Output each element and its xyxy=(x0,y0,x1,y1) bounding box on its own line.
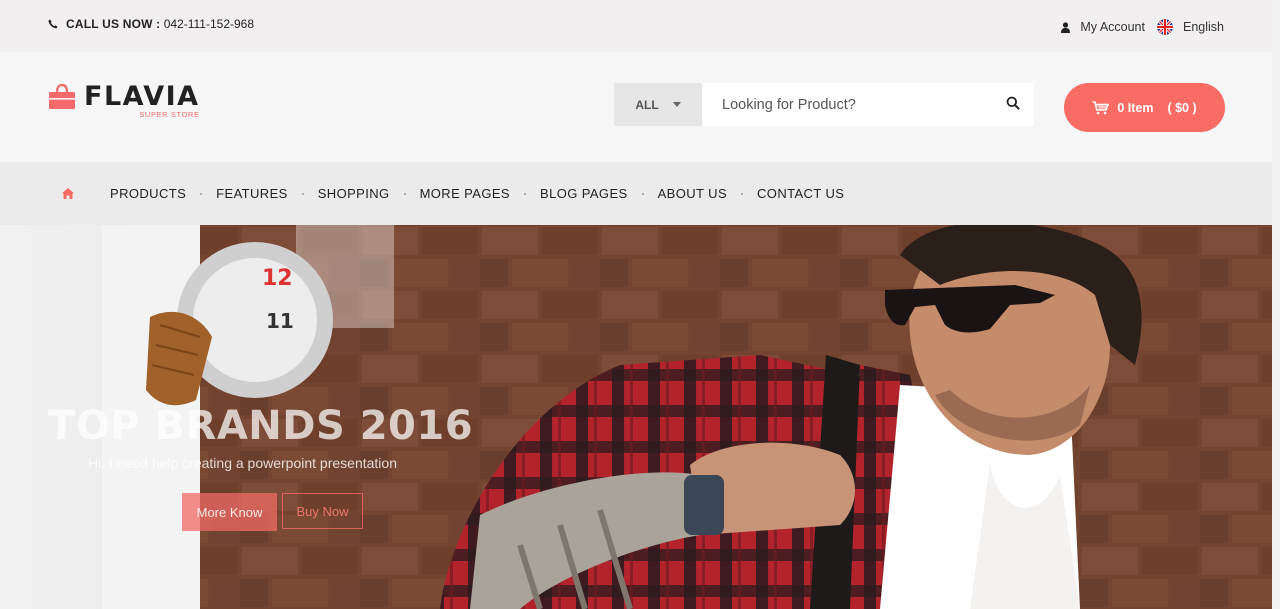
category-dropdown[interactable]: ALL xyxy=(614,83,702,126)
nav-item-products[interactable]: PRODUCTS xyxy=(96,186,200,201)
search-bar: ALL Looking for Product? xyxy=(614,83,1034,126)
nav-item-blog-pages[interactable]: BLOG PAGES xyxy=(526,186,642,201)
page-scrollbar[interactable] xyxy=(1272,0,1280,609)
my-account-label: My Account xyxy=(1080,20,1145,34)
language-label: English xyxy=(1183,20,1224,34)
phone-number: 042-111-152-968 xyxy=(163,17,255,31)
logo[interactable]: FLAVIA SUPER STORE xyxy=(48,82,200,119)
search-placeholder: Looking for Product? xyxy=(722,96,856,113)
phone-icon xyxy=(48,19,58,29)
nav-item-features[interactable]: FEATURES xyxy=(202,186,302,201)
nav-item-shopping[interactable]: SHOPPING xyxy=(304,186,404,201)
nav-item-label: BLOG PAGES xyxy=(540,186,628,201)
shopping-bag-logo-icon xyxy=(49,84,75,109)
more-know-button[interactable]: More Know xyxy=(182,493,277,531)
buy-now-button[interactable]: Buy Now xyxy=(282,493,363,529)
header: FLAVIA SUPER STORE ALL Looking for Produ… xyxy=(0,52,1280,162)
hero-title: TOP BRANDS 2016 xyxy=(48,403,474,449)
hero-slider: 12 11 TOP BRANDS 2016 Hi, I need help cr… xyxy=(0,225,1280,609)
language-selector[interactable]: English xyxy=(1157,19,1224,35)
nav-item-label: MORE PAGES xyxy=(419,186,511,201)
call-label: CALL US NOW : xyxy=(66,17,161,31)
top-bar: CALL US NOW : 042-111-152-968 My Account xyxy=(0,0,1280,52)
main-nav: PRODUCTS FEATURES SHOPPING MORE PAGES BL… xyxy=(0,162,1280,225)
nav-home[interactable] xyxy=(62,188,74,199)
search-icon[interactable] xyxy=(1006,96,1020,110)
nav-item-label: FEATURES xyxy=(216,186,288,201)
call-us: CALL US NOW : 042-111-152-968 xyxy=(48,17,254,31)
search-input[interactable]: Looking for Product? xyxy=(702,83,1034,126)
nav-item-label: SHOPPING xyxy=(317,186,390,201)
svg-text:11: 11 xyxy=(266,309,294,333)
nav-item-more-pages[interactable]: MORE PAGES xyxy=(406,186,524,201)
svg-text:12: 12 xyxy=(262,266,293,291)
user-icon xyxy=(1061,21,1071,33)
nav-item-label: ABOUT US xyxy=(657,186,728,201)
nav-item-label: PRODUCTS xyxy=(110,186,187,201)
brand-name: FLAVIA xyxy=(84,81,200,112)
cart-icon xyxy=(1092,100,1110,114)
category-label: ALL xyxy=(635,97,659,112)
my-account-link[interactable]: My Account xyxy=(1061,20,1145,34)
cart-items: 0 Item xyxy=(1117,100,1154,115)
nav-item-about-us[interactable]: ABOUT US xyxy=(644,186,741,201)
hero-subtitle: Hi, I need help creating a powerpoint pr… xyxy=(88,455,397,471)
nav-item-label: CONTACT US xyxy=(757,186,845,201)
home-icon xyxy=(62,188,74,199)
nav-item-contact-us[interactable]: CONTACT US xyxy=(743,186,858,201)
caret-down-icon xyxy=(672,102,681,107)
cart-total: ( $0 ) xyxy=(1167,100,1197,115)
cart-button[interactable]: 0 Item ( $0 ) xyxy=(1064,83,1225,132)
uk-flag-icon xyxy=(1157,19,1173,35)
